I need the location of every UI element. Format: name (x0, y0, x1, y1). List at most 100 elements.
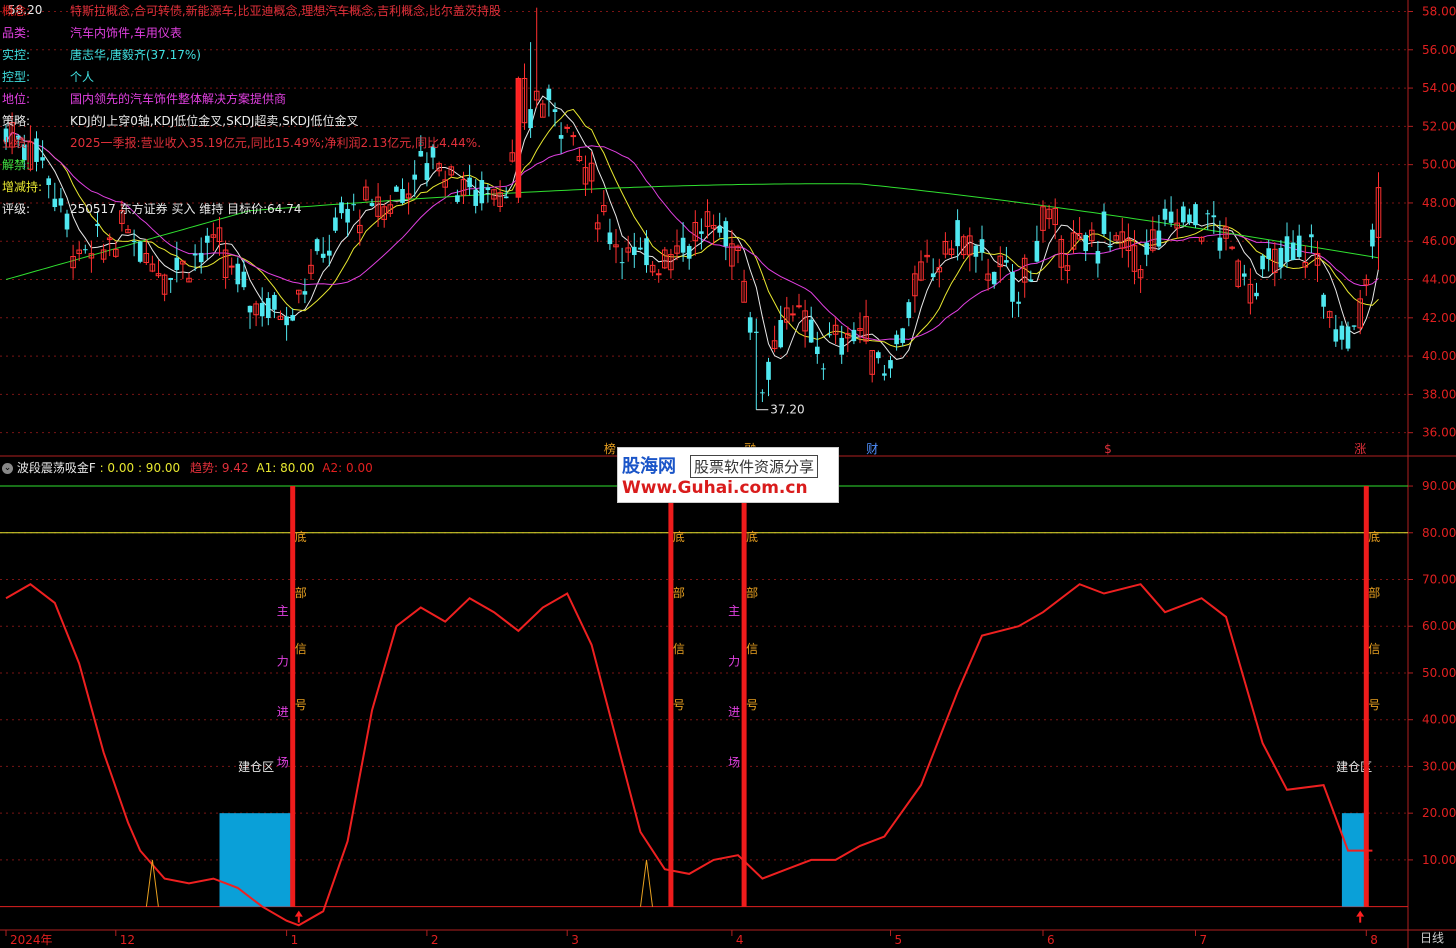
y-tick-label: 52.00 (1422, 119, 1456, 133)
bottom-signal-bar (290, 486, 296, 907)
x-tick-label: 12 (120, 933, 135, 947)
signal-text: 部 (746, 585, 758, 600)
candle-body (1217, 237, 1223, 251)
candle-body (1211, 215, 1217, 218)
y-tick-label: 54.00 (1422, 81, 1456, 95)
entry-zone-bar (1341, 813, 1367, 907)
x-tick-label: 6 (1047, 933, 1055, 947)
candle-body (1266, 248, 1271, 259)
collapse-chevron-icon[interactable]: ⌄ (2, 463, 13, 474)
indicator-trend: 趋势: 9.42 (190, 461, 249, 475)
candle-body (619, 262, 625, 264)
candle-body (638, 247, 643, 250)
y-tick-label: 40.00 (1422, 349, 1456, 363)
event-marker: 涨 (1354, 441, 1366, 456)
candle-body (83, 249, 88, 251)
candle-body (1193, 204, 1198, 226)
candle-body (894, 334, 899, 345)
info-key: 业绩: (2, 136, 31, 150)
info-key: 概念: (2, 4, 31, 18)
period-label[interactable]: 日线 (1420, 929, 1444, 946)
up-arrow-icon (1356, 910, 1365, 917)
candle-body (1370, 229, 1375, 247)
ma-line-20 (5, 131, 1379, 341)
candle-body (235, 263, 241, 285)
candle-body (515, 77, 522, 198)
signal-text: 部 (673, 585, 685, 600)
candle-body (790, 313, 796, 316)
candle-body (400, 188, 405, 203)
candle-body (327, 250, 332, 256)
signal-text: 信 (673, 642, 685, 656)
signal-text: 力 (277, 655, 289, 669)
candle-body (339, 202, 344, 214)
info-value: 个人 (70, 70, 95, 84)
indicator-name: 波段震荡吸金F (16, 461, 96, 475)
info-row: 概念: 特斯拉概念,合可转债,新能源车,比亚迪概念,理想汽车概念,吉利概念,比尔盖… (2, 4, 501, 18)
candle-body (699, 231, 704, 234)
signal-text: 部 (295, 585, 307, 600)
candle-body (876, 352, 881, 359)
oscillator-line (5, 583, 1373, 927)
candle-body (778, 320, 783, 348)
candle-body (851, 329, 857, 342)
candle-body (1187, 214, 1192, 223)
peak-triangle-marker (640, 859, 653, 907)
signal-text: 号 (673, 698, 685, 712)
x-tick-label: 5 (895, 933, 903, 947)
indicator-header: ⌄ 波段震荡吸金F : 0.00 : 90.00 趋势: 9.42 A1: 80… (2, 459, 373, 476)
candle-body (95, 223, 100, 227)
candle-body (552, 109, 558, 113)
indicator-a2: A2: 0.00 (322, 461, 373, 475)
candle-body (467, 177, 472, 188)
y-tick-label: 50.00 (1422, 666, 1456, 680)
candle-body (546, 88, 552, 101)
candle-body (955, 220, 960, 247)
candle-body (479, 180, 485, 204)
signal-text: 号 (746, 698, 758, 712)
candle-body (205, 235, 210, 243)
candle-body (564, 126, 571, 129)
info-row: 实控: 唐志华,唐毅齐(37.17%) (2, 48, 201, 62)
x-tick-label: 2024年 (10, 933, 53, 947)
candle-body (717, 226, 722, 233)
signal-text: 底 (673, 529, 685, 544)
signal-text: 主 (728, 604, 740, 618)
candle-body (1028, 279, 1034, 282)
info-key: 解禁: (2, 158, 31, 172)
candle-body (272, 294, 277, 310)
candle-body (1309, 234, 1314, 238)
candle-body (320, 253, 326, 258)
ma-line-60 (5, 183, 1379, 280)
candle-body (607, 232, 613, 245)
candle-body (570, 135, 577, 138)
candle-body (1205, 213, 1210, 215)
signal-text: 号 (1368, 698, 1380, 712)
signal-text: 部 (1368, 585, 1380, 600)
candle-body (1004, 260, 1009, 263)
signal-text: 信 (746, 642, 758, 656)
candle-body (796, 305, 802, 308)
info-key: 地位: (2, 92, 31, 106)
candle-body (1321, 294, 1326, 307)
candle-body (900, 328, 905, 343)
info-key: 品类: (2, 26, 31, 40)
candle-body (754, 331, 759, 333)
candle-body (1095, 251, 1101, 264)
candle-body (644, 238, 649, 266)
candle-body (1278, 247, 1284, 268)
bottom-signal-bar (668, 486, 674, 907)
candle-body (64, 213, 70, 230)
info-row: 策略: KDJ的J上穿0轴,KDJ低位金叉,SKDJ超卖,SKDJ低位金叉 (2, 114, 358, 128)
candle-body (228, 265, 235, 268)
candle-body (991, 271, 997, 285)
candle-body (808, 319, 814, 343)
signal-text: 主 (277, 604, 289, 618)
candle-body (247, 305, 253, 313)
x-tick-label: 2 (431, 933, 439, 947)
candle-body (888, 360, 893, 369)
candle-body (412, 174, 417, 180)
x-tick-label: 3 (571, 933, 579, 947)
candle-body (827, 334, 832, 336)
info-row: 增减持: (2, 180, 70, 194)
